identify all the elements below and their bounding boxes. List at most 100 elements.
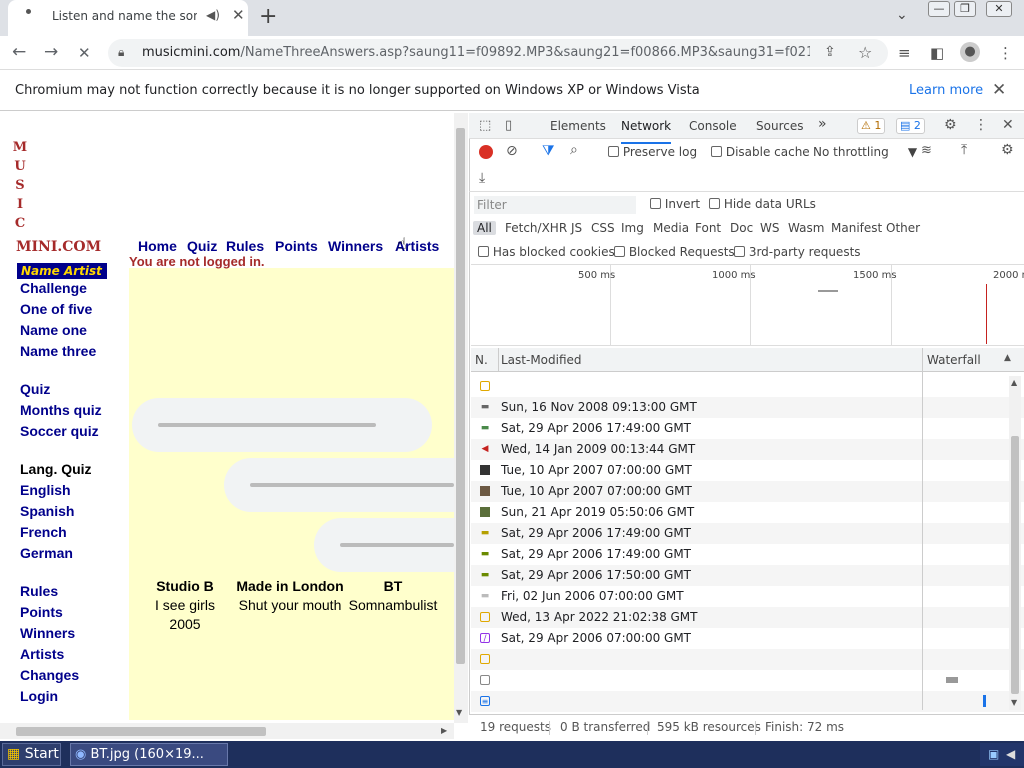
filter-funnel-icon[interactable]: ⧩	[542, 143, 555, 159]
page-vertical-scroll-thumb[interactable]	[456, 128, 465, 664]
url-text[interactable]: musicmini.com/NameThreeAnswers.asp?saung…	[142, 45, 810, 60]
top-nav-quiz[interactable]: Quiz	[187, 238, 217, 254]
audio-player-3[interactable]	[314, 518, 454, 572]
top-nav-points[interactable]: Points	[275, 238, 318, 254]
type-filter-ws[interactable]: WS	[760, 221, 779, 235]
blocked-cookies-checkbox[interactable]: Has blocked cookies	[478, 245, 615, 259]
audio-player-1[interactable]	[132, 398, 432, 452]
table-row[interactable]	[471, 376, 1024, 397]
window-restore-button[interactable]: ❐	[954, 1, 976, 17]
table-row[interactable]: ▬ Sat, 29 Apr 2006 17:49:00 GMT	[471, 418, 1024, 439]
table-row[interactable]: ▬ Sat, 29 Apr 2006 17:49:00 GMT	[471, 523, 1024, 544]
type-filter-manifest[interactable]: Manifest	[831, 221, 882, 235]
inspect-element-icon[interactable]: ⬚	[479, 118, 491, 133]
record-icon[interactable]	[479, 145, 493, 159]
volume-tray-icon[interactable]: ◀	[1006, 747, 1015, 761]
window-close-button[interactable]: ✕	[986, 1, 1012, 17]
table-row[interactable]: ▬ Sun, 16 Nov 2008 09:13:00 GMT	[471, 397, 1024, 418]
top-nav-winners[interactable]: Winners	[328, 238, 383, 254]
scroll-right-arrow-icon[interactable]: ▶	[441, 726, 447, 735]
type-filter-img[interactable]: Img	[621, 221, 644, 235]
throttling-select[interactable]: No throttling ▼	[813, 145, 917, 159]
export-har-icon[interactable]: ⤓	[479, 170, 485, 186]
type-filter-media[interactable]: Media	[653, 221, 689, 235]
table-row[interactable]: ▬ Sat, 29 Apr 2006 17:50:00 GMT	[471, 565, 1024, 586]
search-icon[interactable]: ⌕	[570, 142, 578, 158]
tab-elements[interactable]: Elements	[550, 119, 606, 133]
top-nav-home[interactable]: Home	[138, 238, 177, 254]
column-waterfall-header[interactable]: Waterfall	[927, 353, 981, 367]
new-tab-button[interactable]: +	[259, 4, 277, 29]
table-row[interactable]: ≡	[471, 691, 1024, 712]
side-panel-icon[interactable]: ◧	[930, 44, 944, 62]
filter-input[interactable]: Filter	[474, 196, 636, 214]
network-settings-gear-icon[interactable]: ⚙	[1001, 142, 1014, 158]
nav-artists[interactable]: Artists	[20, 646, 64, 662]
network-tray-icon[interactable]: ▣	[988, 747, 999, 761]
start-button[interactable]: ▦ Start	[2, 743, 61, 766]
address-bar[interactable]: 🔒︎ musicmini.com/NameThreeAnswers.asp?sa…	[108, 39, 888, 67]
nav-challenge[interactable]: Challenge	[20, 280, 87, 296]
table-scroll-up-icon[interactable]: ▲	[1011, 378, 1017, 387]
warnings-badge[interactable]: ⚠ 1	[857, 118, 886, 134]
nav-points[interactable]: Points	[20, 604, 63, 620]
table-row[interactable]	[471, 649, 1024, 670]
infobar-close-icon[interactable]: ✕	[992, 80, 1006, 100]
device-toolbar-icon[interactable]: ▯	[505, 118, 512, 133]
type-filter-wasm[interactable]: Wasm	[788, 221, 824, 235]
table-row[interactable]: ▬ Sat, 29 Apr 2006 17:49:00 GMT	[471, 544, 1024, 565]
table-row[interactable]: ▬ Fri, 02 Jun 2006 07:00:00 GMT	[471, 586, 1024, 607]
loading-stop-icon[interactable]: ✕	[78, 44, 91, 62]
type-filter-doc[interactable]: Doc	[730, 221, 753, 235]
type-filter-other[interactable]: Other	[886, 221, 920, 235]
table-row[interactable]: ◀ Wed, 14 Jan 2009 00:13:44 GMT	[471, 439, 1024, 460]
nav-spanish[interactable]: Spanish	[20, 503, 74, 519]
more-tabs-icon[interactable]: »	[818, 116, 827, 132]
blocked-requests-checkbox[interactable]: Blocked Requests	[614, 245, 735, 259]
table-scroll-down-icon[interactable]: ▼	[1011, 698, 1017, 707]
forward-arrow-icon[interactable]: →	[44, 42, 58, 62]
table-row[interactable]: Tue, 10 Apr 2007 07:00:00 GMT	[471, 481, 1024, 502]
tab-search-chevron-icon[interactable]: ⌄	[896, 7, 908, 23]
preserve-log-checkbox[interactable]: Preserve log	[608, 145, 697, 159]
nav-rules[interactable]: Rules	[20, 583, 58, 599]
lock-icon[interactable]: 🔒︎	[118, 45, 124, 60]
column-last-modified-header[interactable]: Last-Modified	[501, 353, 582, 367]
network-conditions-icon[interactable]: ≋	[921, 143, 932, 158]
table-scroll-thumb[interactable]	[1011, 436, 1019, 694]
site-logo[interactable]: M U S I C	[12, 138, 28, 233]
import-har-icon[interactable]: ⤒	[961, 142, 967, 158]
browser-tab[interactable]: Listen and name the song. E ◀) ✕	[8, 0, 248, 36]
scroll-down-arrow-icon[interactable]: ▼	[456, 708, 462, 717]
table-row[interactable]	[471, 670, 1024, 691]
table-row[interactable]: Sun, 21 Apr 2019 05:50:06 GMT	[471, 502, 1024, 523]
type-filter-all[interactable]: All	[473, 221, 496, 235]
speaker-icon[interactable]: ◀)	[206, 8, 220, 22]
invert-checkbox[interactable]: Invert	[650, 197, 700, 211]
nav-soccer-quiz[interactable]: Soccer quiz	[20, 423, 99, 439]
share-icon[interactable]: ⇪	[824, 44, 836, 60]
devtools-menu-icon[interactable]: ⋮	[974, 117, 988, 133]
column-name-header[interactable]: N.	[475, 353, 488, 367]
nav-one-of-five[interactable]: One of five	[20, 301, 92, 317]
nav-login[interactable]: Login	[20, 688, 58, 704]
nav-winners[interactable]: Winners	[20, 625, 75, 641]
nav-french[interactable]: French	[20, 524, 67, 540]
type-filter-font[interactable]: Font	[695, 221, 721, 235]
third-party-checkbox[interactable]: 3rd-party requests	[734, 245, 861, 259]
nav-changes[interactable]: Changes	[20, 667, 79, 683]
devtools-close-icon[interactable]: ✕	[1002, 117, 1014, 133]
sort-ascending-icon[interactable]: ▲	[1004, 353, 1011, 363]
nav-quiz[interactable]: Quiz	[20, 381, 50, 397]
hide-data-urls-checkbox[interactable]: Hide data URLs	[709, 197, 816, 211]
nav-months-quiz[interactable]: Months quiz	[20, 402, 102, 418]
nav-name-one[interactable]: Name one	[20, 322, 87, 338]
clear-icon[interactable]: ⊘	[506, 143, 518, 159]
audio-player-2[interactable]	[224, 458, 454, 512]
table-row[interactable]: Tue, 10 Apr 2007 07:00:00 GMT	[471, 460, 1024, 481]
profile-avatar-icon[interactable]: ●	[960, 42, 980, 62]
type-filter-js[interactable]: JS	[571, 221, 582, 235]
page-horizontal-scroll-thumb[interactable]	[16, 727, 266, 736]
tab-console[interactable]: Console	[689, 119, 737, 133]
type-filter-fetch[interactable]: Fetch/XHR	[505, 221, 567, 235]
